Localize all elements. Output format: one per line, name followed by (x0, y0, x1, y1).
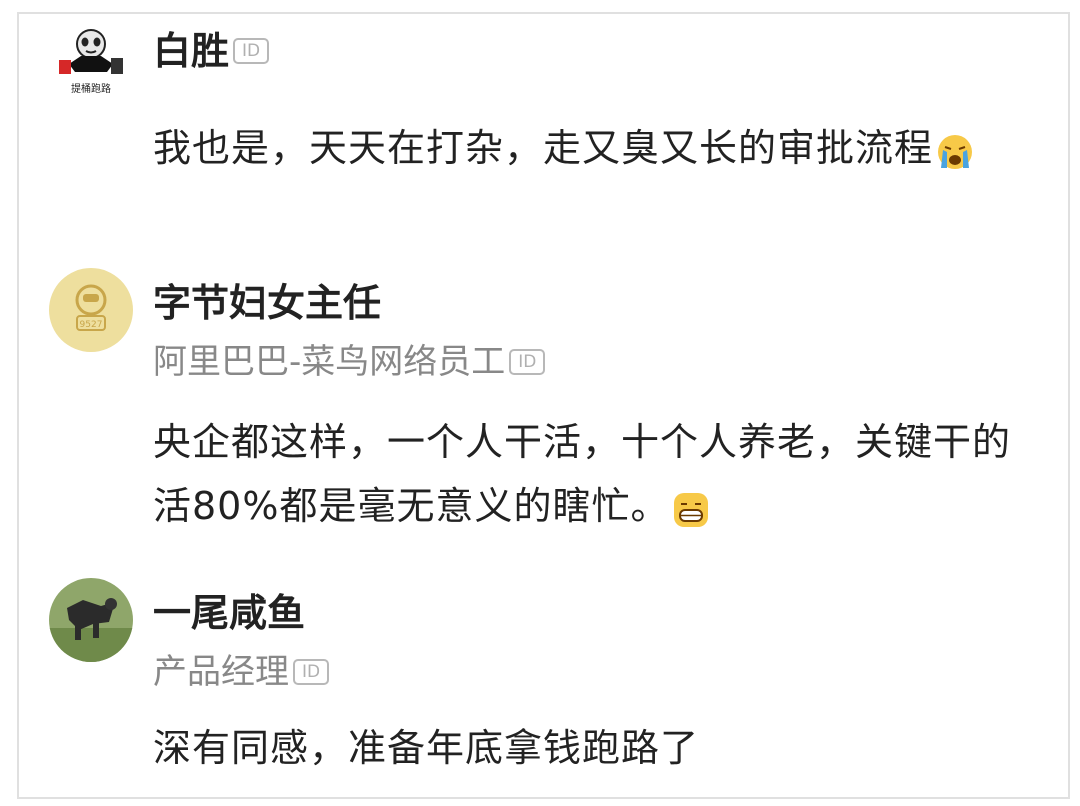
comment-text: 央企都这样，一个人干活，十个人养老，关键干的活80%都是毫无意义的瞎忙。 (153, 410, 1023, 538)
avatar-caption: 9527 (80, 320, 103, 330)
id-badge-icon: ID (293, 659, 329, 685)
author-subtitle: 产品经理 ID (153, 650, 329, 694)
author-name-text: 白胜 (153, 29, 230, 73)
id-badge-icon: ID (233, 38, 270, 64)
avatar[interactable]: 9527 (49, 268, 133, 352)
author-subtitle: 阿里巴巴-菜鸟网络员工 ID (153, 340, 546, 384)
author-name[interactable]: 字节妇女主任 (153, 280, 381, 326)
comment-text: 我也是，天天在打杂，走又臭又长的审批流程 (153, 116, 1023, 180)
id-badge-icon: ID (509, 349, 546, 375)
comment-text-content: 央企都这样，一个人干活，十个人养老，关键干的活80%都是毫无意义的瞎忙。 (153, 420, 1012, 528)
comment-list: 提桶跑路 白胜 ID 我也是，天天在打杂，走又臭又长的审批流程 9527 字节妇… (17, 12, 1070, 799)
avatar[interactable]: 提桶跑路 (49, 18, 133, 102)
author-subtitle-text: 阿里巴巴-菜鸟网络员工 (153, 342, 506, 382)
author-name[interactable]: 白胜 ID (153, 28, 270, 74)
author-name-text: 一尾咸鱼 (153, 591, 306, 635)
avatar[interactable] (49, 578, 133, 662)
crying-face-icon (935, 127, 975, 169)
comment-text: 深有同感，准备年底拿钱跑路了 (153, 716, 1023, 780)
author-subtitle-text: 产品经理 (153, 652, 289, 692)
comment-text-content: 深有同感，准备年底拿钱跑路了 (153, 726, 700, 770)
avatar-caption: 提桶跑路 (71, 82, 111, 95)
comment-text-content: 我也是，天天在打杂，走又臭又长的审批流程 (153, 126, 934, 170)
author-name-text: 字节妇女主任 (153, 281, 382, 325)
grin-face-icon (671, 485, 711, 527)
author-name[interactable]: 一尾咸鱼 (153, 590, 305, 636)
